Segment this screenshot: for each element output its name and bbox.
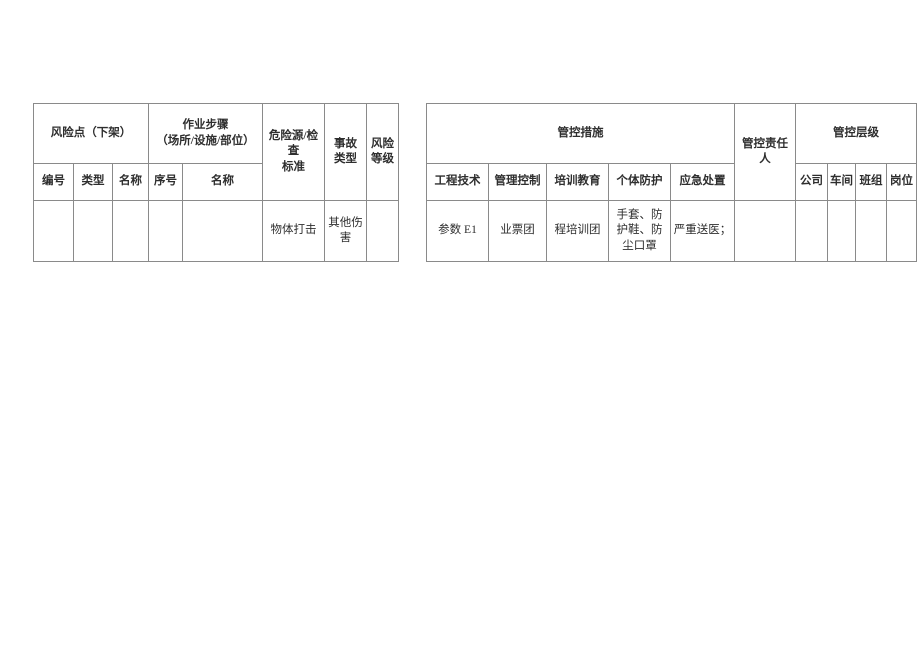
header-team: 班组 [855, 163, 887, 201]
table-row: 参数 E1 业票团 程培训团 手套、防护鞋、防尘口罩 严重送医； [426, 200, 917, 262]
cell-management: 业票团 [488, 200, 547, 262]
header-hazard-source-line2: 标准 [282, 160, 305, 173]
header-control-level-group: 管控层级 [795, 103, 917, 164]
header-risk-point-category: 类型 [73, 163, 113, 201]
cell-team [855, 200, 887, 262]
header-position: 岗位 [886, 163, 917, 201]
cell-ppe: 手套、防护鞋、防尘口罩 [608, 200, 671, 262]
header-risk-level-line2: 等级 [371, 153, 394, 165]
header-risk-point-name: 名称 [112, 163, 149, 201]
cell-position [886, 200, 917, 262]
cell-risk-level [366, 200, 399, 262]
header-risk-level-line1: 风险 [371, 137, 394, 150]
header-work-step-no: 序号 [148, 163, 183, 201]
cell-company [795, 200, 828, 262]
header-company: 公司 [795, 163, 828, 201]
header-row-1: 风险点（下架） 作业步骤 （场所/设施/部位） 危险源/检查 标准 事故 类型 [33, 103, 399, 201]
header-responsible-person: 管控责任人 [734, 103, 796, 201]
cell-responsible-person [734, 200, 796, 262]
header-row-1: 管控措施 管控责任人 管控层级 [426, 103, 917, 201]
header-hazard-source: 危险源/检查 标准 [262, 103, 325, 201]
header-accident-type: 事故 类型 [324, 103, 367, 201]
cell-accident-type: 其他伤害 [324, 200, 367, 262]
cell-emergency: 严重送医； [670, 200, 735, 262]
table-row: 物体打击 其他伤害 [33, 200, 399, 262]
control-measures-table: 管控措施 管控责任人 管控层级 工程技术 管理控制 培训教育 个体防护 应急处置… [426, 103, 917, 262]
cell-hazard-source: 物体打击 [262, 200, 325, 262]
header-row-2: 工程技术 管理控制 培训教育 个体防护 应急处置 公司 车间 班组 岗位 [426, 163, 917, 201]
header-management: 管理控制 [488, 163, 547, 201]
header-accident-type-line1: 事故 [334, 137, 357, 150]
header-training: 培训教育 [546, 163, 609, 201]
cell-workshop [827, 200, 856, 262]
header-hazard-source-line1: 危险源/检查 [268, 130, 319, 158]
header-risk-level: 风险 等级 [366, 103, 399, 201]
cell-work-step-name [182, 200, 263, 262]
tables-container: 风险点（下架） 作业步骤 （场所/设施/部位） 危险源/检查 标准 事故 类型 [33, 103, 917, 262]
risk-point-table: 风险点（下架） 作业步骤 （场所/设施/部位） 危险源/检查 标准 事故 类型 [33, 103, 399, 262]
header-emergency: 应急处置 [670, 163, 735, 201]
header-workshop: 车间 [827, 163, 856, 201]
cell-work-step-no [148, 200, 183, 262]
header-accident-type-line2: 类型 [334, 153, 357, 165]
cell-risk-point-name [112, 200, 149, 262]
header-risk-point-group: 风险点（下架） [33, 103, 149, 164]
cell-training: 程培训团 [546, 200, 609, 262]
document-page: 风险点（下架） 作业步骤 （场所/设施/部位） 危险源/检查 标准 事故 类型 [0, 0, 920, 651]
header-ppe: 个体防护 [608, 163, 671, 201]
header-work-step-name: 名称 [182, 163, 263, 201]
header-work-step-line1: 作业步骤 [182, 119, 229, 132]
cell-engineering: 参数 E1 [426, 200, 489, 262]
cell-risk-point-number [33, 200, 74, 262]
header-engineering: 工程技术 [426, 163, 489, 201]
header-risk-point-number: 编号 [33, 163, 74, 201]
header-work-step-line2: （场所/设施/部位） [156, 134, 255, 147]
header-work-step-group: 作业步骤 （场所/设施/部位） [148, 103, 263, 164]
cell-risk-point-category [73, 200, 113, 262]
header-control-measures-group: 管控措施 [426, 103, 735, 164]
